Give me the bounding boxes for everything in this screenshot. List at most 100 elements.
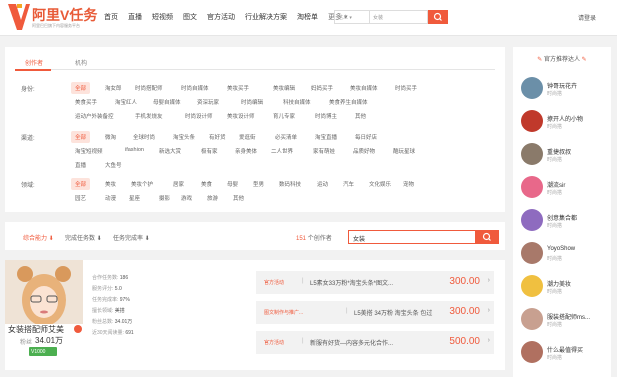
creator-avatar[interactable] (5, 260, 83, 324)
identity-tag[interactable]: 手机发烧友 (135, 112, 163, 120)
recommended-creator[interactable]: 钟哥玩花卉 时尚搭 (521, 77, 609, 103)
field-tag[interactable]: 动漫 (105, 194, 116, 202)
avatar[interactable] (521, 275, 543, 297)
recommended-creator[interactable]: 潮流sir 时尚搭 (521, 176, 609, 202)
channel-tag[interactable]: 新选大赏 (159, 147, 181, 155)
field-tag[interactable]: 旅游 (207, 194, 218, 202)
identity-tag[interactable]: 淘宝红人 (115, 98, 137, 106)
identity-tag[interactable]: 时尚设计师 (185, 112, 213, 120)
identity-tag[interactable]: 美妆买手 (227, 84, 249, 92)
recommended-creator[interactable]: 服装搭配师ms... 时尚搭 (521, 308, 609, 334)
avatar[interactable] (521, 110, 543, 132)
header-search-input[interactable]: 女装 (370, 10, 428, 24)
nav-short-video[interactable]: 短视频 (152, 12, 173, 22)
creator-name[interactable]: 女装搭配师艾美 (8, 324, 64, 335)
field-tag[interactable]: 摄影 (159, 194, 170, 202)
channel-tag[interactable]: 二人世界 (271, 147, 293, 155)
identity-tag[interactable]: 其他 (355, 112, 366, 120)
search-type-select[interactable]: 达人 ▾ (334, 10, 370, 24)
field-tag[interactable]: 数码科技 (279, 180, 301, 188)
channel-tag[interactable]: 爱逛街 (239, 133, 256, 141)
field-tag[interactable]: 星座 (129, 194, 140, 202)
identity-tag[interactable]: 美妆自媒体 (350, 84, 378, 92)
tab-agencies[interactable]: 机构 (75, 58, 87, 67)
channel-tag[interactable]: 有好货 (209, 133, 226, 141)
sort-ability[interactable]: 综合能力 ⬇ (23, 233, 54, 242)
channel-tag[interactable]: 每日好店 (355, 133, 377, 141)
identity-tag[interactable]: 时尚搭配师 (135, 84, 163, 92)
field-tag[interactable]: 母婴 (227, 180, 238, 188)
avatar[interactable] (521, 176, 543, 198)
field-tag[interactable]: 文化娱乐 (369, 180, 391, 188)
recommended-creator[interactable]: YoyoShow 时尚搭 (521, 242, 609, 268)
identity-tag[interactable]: 美妆设计师 (227, 112, 255, 120)
identity-tag[interactable]: 运动户外装备控 (75, 112, 114, 120)
nav-article[interactable]: 图文 (183, 12, 197, 22)
identity-tag[interactable]: 时尚博主 (315, 112, 337, 120)
channel-tag[interactable]: 全部 (71, 131, 91, 143)
recommended-creator[interactable]: 什么最值得买 时尚搭 (521, 341, 609, 367)
nav-home[interactable]: 首页 (104, 12, 118, 22)
channel-tag[interactable]: 必买清单 (275, 133, 297, 141)
tab-creators[interactable]: 创作者 (25, 58, 43, 67)
channel-tag[interactable]: 全球时尚 (133, 133, 155, 141)
field-tag[interactable]: 美食 (201, 180, 212, 188)
recommended-creator[interactable]: 撩开人的小物 时尚搭 (521, 110, 609, 136)
identity-tag[interactable]: 科技自媒体 (283, 98, 311, 106)
identity-tag[interactable]: 时尚编辑 (241, 98, 263, 106)
field-tag[interactable]: 居家 (173, 180, 184, 188)
service-row[interactable]: 官方活动 | 新服有好货—内容多元化合作... 500.00 › (256, 331, 494, 354)
identity-tag[interactable]: 母婴自媒体 (153, 98, 181, 106)
recommended-creator[interactable]: 创意集合都 时尚搭 (521, 209, 609, 235)
field-tag[interactable]: 全部 (71, 178, 91, 190)
identity-tag[interactable]: 育儿专家 (273, 112, 295, 120)
channel-tag[interactable]: 家有萌娃 (313, 147, 335, 155)
field-tag[interactable]: 运动 (317, 180, 328, 188)
nav-rankings[interactable]: 淘榜单 (297, 12, 318, 22)
sort-task-count[interactable]: 完成任务数 ⬇ (65, 233, 102, 242)
header-search-button[interactable] (428, 10, 448, 24)
identity-tag[interactable]: 资深玩家 (197, 98, 219, 106)
recommended-creator[interactable]: 潮力美妆 时尚搭 (521, 275, 609, 301)
field-tag[interactable]: 其他 (233, 194, 244, 202)
identity-tag[interactable]: 美妆编辑 (273, 84, 295, 92)
channel-tag[interactable]: 直播 (75, 161, 86, 169)
field-tag[interactable]: 游戏 (181, 194, 192, 202)
channel-tag[interactable]: 大鱼号 (105, 161, 122, 169)
avatar[interactable] (521, 341, 543, 363)
sort-completion-rate[interactable]: 任务完成率 ⬇ (113, 233, 150, 242)
channel-tag[interactable]: 极有家 (201, 147, 218, 155)
field-tag[interactable]: 汽车 (343, 180, 354, 188)
field-tag[interactable]: 美妆个护 (131, 180, 153, 188)
identity-tag[interactable]: 全部 (71, 82, 91, 94)
identity-tag[interactable]: 美食养生自媒体 (329, 98, 368, 106)
channel-tag[interactable]: ifashion (125, 147, 144, 153)
field-tag[interactable]: 型男 (253, 180, 264, 188)
identity-tag[interactable]: 美食买手 (75, 98, 97, 106)
avatar[interactable] (521, 77, 543, 99)
login-link[interactable]: 请登录 (578, 13, 596, 22)
service-row[interactable]: 图文制作与推广... | L5美搭 34万粉 淘宝头条 包过 300.00 › (256, 301, 494, 324)
field-tag[interactable]: 园艺 (75, 194, 86, 202)
avatar[interactable] (521, 209, 543, 231)
identity-tag[interactable]: 妈妈买手 (311, 84, 333, 92)
channel-tag[interactable]: 微淘 (105, 133, 116, 141)
identity-tag[interactable]: 时尚自媒体 (181, 84, 209, 92)
result-search-button[interactable] (476, 230, 499, 244)
result-search-input[interactable]: 女装 (348, 230, 476, 244)
channel-tag[interactable]: 淘宝短视频 (75, 147, 103, 155)
channel-tag[interactable]: 品质好物 (353, 147, 375, 155)
field-tag[interactable]: 美妆 (105, 180, 116, 188)
avatar[interactable] (521, 143, 543, 165)
channel-tag[interactable]: 淘宝头条 (173, 133, 195, 141)
channel-tag[interactable]: 淘宝直播 (315, 133, 337, 141)
nav-live[interactable]: 直播 (128, 12, 142, 22)
nav-official-events[interactable]: 官方活动 (207, 12, 235, 22)
avatar[interactable] (521, 308, 543, 330)
nav-industry-solutions[interactable]: 行业解决方案 (245, 12, 287, 22)
avatar[interactable] (521, 242, 543, 264)
identity-tag[interactable]: 淘女郎 (105, 84, 122, 92)
channel-tag[interactable]: 酷玩星球 (393, 147, 415, 155)
channel-tag[interactable]: 亲身美体 (235, 147, 257, 155)
recommended-creator[interactable]: 重捷叔叔 时尚搭 (521, 143, 609, 169)
